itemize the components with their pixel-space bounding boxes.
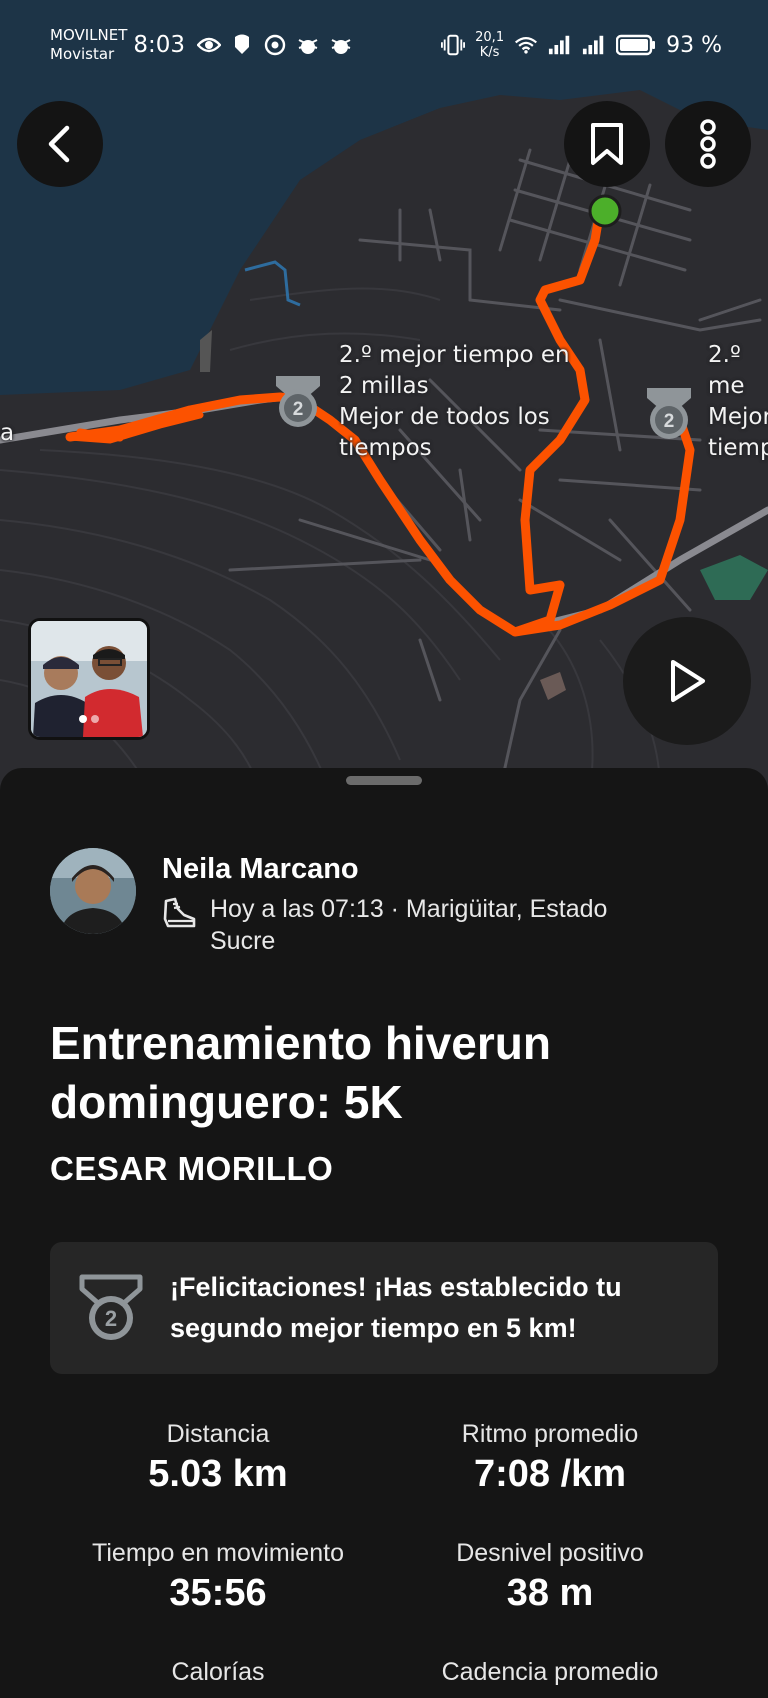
bookmark-icon bbox=[591, 123, 623, 165]
battery-icon bbox=[616, 33, 656, 57]
stat-average-cadence: Cadencia promedio bbox=[441, 1658, 659, 1686]
play-flyover-button[interactable] bbox=[623, 617, 751, 745]
avatar-image bbox=[50, 848, 136, 934]
activity-meta: Hoy a las 07:13 · Marigüitar, Estado Suc… bbox=[210, 895, 608, 955]
signal-icon bbox=[582, 33, 606, 57]
network-speed: 20,1 K/s bbox=[475, 30, 505, 60]
wifi-icon bbox=[514, 33, 538, 57]
medal-icon[interactable]: 2 bbox=[272, 372, 324, 430]
more-options-button[interactable] bbox=[665, 101, 751, 187]
street-label: a bbox=[0, 420, 15, 446]
eye-icon bbox=[197, 33, 222, 57]
status-time: 8:03 bbox=[133, 32, 186, 58]
stat-calories: Calorías bbox=[171, 1658, 265, 1686]
activity-title: Entrenamiento hiverun dominguero: 5K bbox=[50, 1017, 551, 1128]
drag-handle[interactable] bbox=[346, 776, 422, 785]
stat-distance: Distancia 5.03 km bbox=[148, 1420, 288, 1495]
carrier-1: MOVILNET bbox=[50, 26, 128, 44]
photo-pager bbox=[79, 715, 99, 723]
battery-level: 93 % bbox=[666, 32, 722, 58]
bookmark-button[interactable] bbox=[564, 101, 650, 187]
svg-text:2: 2 bbox=[105, 1306, 117, 1331]
carrier-names: MOVILNET Movistar bbox=[50, 26, 127, 64]
activity-screen: a 2 2 2.º mejor tiempo en 2 millas Mejor… bbox=[0, 0, 768, 1698]
carrier-2: Movistar bbox=[50, 45, 115, 63]
pr-label: 2.º me Mejor tiemp bbox=[708, 342, 768, 461]
start-marker bbox=[588, 194, 622, 228]
svg-text:2: 2 bbox=[664, 411, 675, 432]
arrow-left-icon bbox=[48, 125, 70, 163]
avatar[interactable] bbox=[50, 848, 136, 934]
athlete-name[interactable]: Neila Marcano bbox=[162, 851, 630, 887]
achievement-card[interactable]: 2 ¡Felicitaciones! ¡Has establecido tu s… bbox=[50, 1242, 718, 1374]
stat-elevation-gain: Desnivel positivo 38 m bbox=[456, 1539, 644, 1614]
svg-text:2: 2 bbox=[293, 399, 304, 420]
activity-subtitle: CESAR MORILLO bbox=[50, 1150, 334, 1187]
target-icon bbox=[263, 33, 287, 57]
stat-average-pace: Ritmo promedio 7:08 /km bbox=[461, 1420, 639, 1495]
more-vertical-icon bbox=[700, 119, 716, 169]
status-bar: MOVILNET Movistar 8:03 20,1 K/s 93 % bbox=[0, 0, 768, 90]
back-button[interactable] bbox=[17, 101, 103, 187]
athlete-header[interactable]: Neila Marcano Hoy a las 07:13 · Marigüit… bbox=[50, 848, 630, 957]
photo-thumbnail[interactable] bbox=[28, 618, 150, 740]
signal-icon bbox=[548, 33, 572, 57]
play-icon bbox=[671, 660, 705, 702]
medal-icon: 2 bbox=[79, 1274, 143, 1340]
bug-icon bbox=[296, 33, 320, 57]
pr-label: 2.º mejor tiempo en 2 millas Mejor de to… bbox=[339, 342, 570, 461]
achievement-text: ¡Felicitaciones! ¡Has establecido tu seg… bbox=[170, 1272, 622, 1343]
notification-icon bbox=[230, 33, 254, 57]
medal-icon[interactable]: 2 bbox=[643, 384, 695, 442]
stat-moving-time: Tiempo en movimiento 35:56 bbox=[92, 1539, 344, 1614]
vibrate-icon bbox=[441, 33, 466, 57]
bug-icon bbox=[329, 33, 353, 57]
activity-details-sheet[interactable]: Neila Marcano Hoy a las 07:13 · Marigüit… bbox=[0, 768, 768, 1698]
running-shoe-icon bbox=[163, 897, 196, 928]
